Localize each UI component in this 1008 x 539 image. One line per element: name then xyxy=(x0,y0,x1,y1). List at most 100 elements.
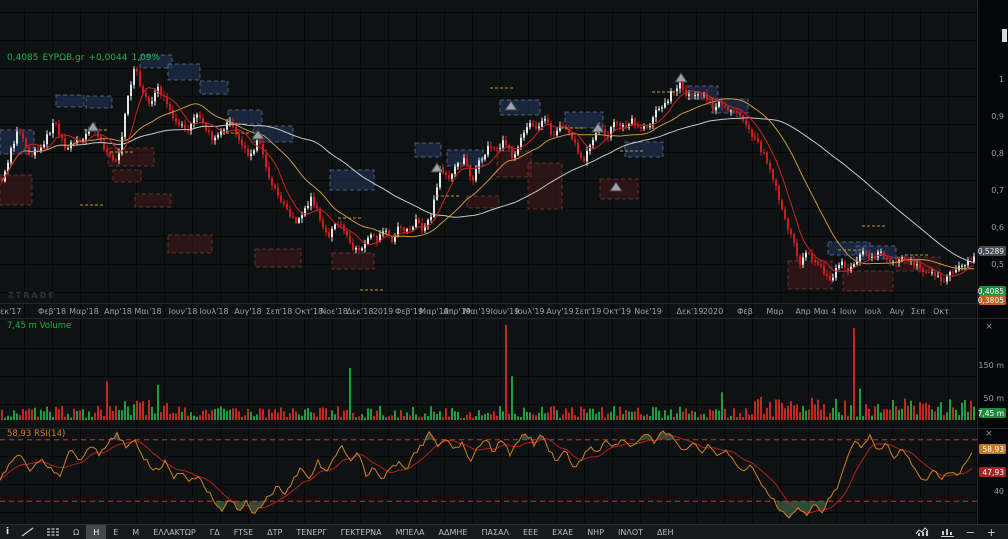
svg-text:1: 1 xyxy=(999,75,1004,84)
ticker-button-ΕΕΕ[interactable]: ΕΕΕ xyxy=(516,525,545,539)
ticker-button-ΜΠΕΛΑ[interactable]: ΜΠΕΛΑ xyxy=(389,525,432,539)
svg-text:2020: 2020 xyxy=(703,307,723,316)
period-button-Μ[interactable]: Μ xyxy=(125,525,146,539)
demand-zone[interactable] xyxy=(787,260,833,290)
ticker-button-ΙΝΛΟΤ[interactable]: ΙΝΛΟΤ xyxy=(611,525,650,539)
chart-canvas[interactable]: 10,90,80,70,60,5150 m50 m60400,52890,408… xyxy=(0,0,1008,524)
demand-zone[interactable] xyxy=(466,195,500,209)
trading-terminal-window: 10,90,80,70,60,5150 m50 m60400,52890,408… xyxy=(0,0,1008,539)
volume-legend: 7,45 m Volume xyxy=(7,321,71,331)
svg-text:0,5289: 0,5289 xyxy=(978,247,1004,256)
svg-text:58,93: 58,93 xyxy=(983,445,1005,454)
ticker-button-ΠΑΣΑΛ[interactable]: ΠΑΣΑΛ xyxy=(474,525,516,539)
demand-zone[interactable] xyxy=(167,234,213,254)
demand-zone[interactable] xyxy=(112,169,142,183)
svg-text:Μαρ: Μαρ xyxy=(766,307,783,316)
svg-text:2019: 2019 xyxy=(373,307,393,316)
svg-text:0,8: 0,8 xyxy=(991,149,1004,158)
svg-text:Μαι'19: Μαι'19 xyxy=(463,307,490,316)
price-change: +0,0044 xyxy=(88,53,128,63)
svg-text:0,9: 0,9 xyxy=(991,112,1004,121)
svg-text:Ιουν: Ιουν xyxy=(840,307,857,316)
ticker-button-ΕΧΑΕ[interactable]: ΕΧΑΕ xyxy=(545,525,580,539)
demand-zone[interactable] xyxy=(134,193,172,208)
chart-style-bars-button[interactable] xyxy=(935,525,960,539)
svg-text:Μαρ'18: Μαρ'18 xyxy=(69,307,99,316)
zoom-in-button[interactable]: + xyxy=(981,525,1002,539)
svg-text:Δεκ'17: Δεκ'17 xyxy=(0,307,21,316)
rsi-name: RSI(14) xyxy=(34,429,66,439)
svg-text:Αυγ: Αυγ xyxy=(890,307,905,316)
svg-text:Οκτ'18: Οκτ'18 xyxy=(295,307,323,316)
demand-zone[interactable] xyxy=(107,147,155,167)
svg-text:50 m: 50 m xyxy=(983,394,1004,403)
ticker-button-ΓΕΚΤΕΡΝΑ[interactable]: ΓΕΚΤΕΡΝΑ xyxy=(334,525,389,539)
demand-zone[interactable] xyxy=(331,252,375,270)
demand-zone[interactable] xyxy=(842,270,894,292)
period-button-Η[interactable]: Η xyxy=(86,525,107,539)
period-button-Ω[interactable]: Ω xyxy=(66,525,86,539)
svg-text:150 m: 150 m xyxy=(978,361,1004,370)
svg-text:Οκτ: Οκτ xyxy=(933,307,949,316)
scrollbar-thumb[interactable] xyxy=(1002,29,1007,42)
ticker-button-ΓΔ[interactable]: ΓΔ xyxy=(203,525,227,539)
svg-text:0,4085: 0,4085 xyxy=(978,287,1004,296)
price-change-pct: 1,09% xyxy=(131,53,161,63)
svg-text:Ιουλ'18: Ιουλ'18 xyxy=(200,307,229,316)
svg-text:Φεβ'18: Φεβ'18 xyxy=(38,307,66,316)
ticker-button-ΕΛΛΑΚΤΩΡ[interactable]: ΕΛΛΑΚΤΩΡ xyxy=(146,525,203,539)
svg-text:40: 40 xyxy=(994,487,1004,496)
svg-text:0,7: 0,7 xyxy=(991,186,1004,195)
supply-zone[interactable] xyxy=(199,80,229,95)
svg-text:Απρ'18: Απρ'18 xyxy=(104,307,132,316)
svg-text:Οκτ'19: Οκτ'19 xyxy=(603,307,631,316)
rsi-value: 58,93 xyxy=(7,429,32,439)
zoom-out-button[interactable]: − xyxy=(960,525,981,539)
svg-text:Μαι'18: Μαι'18 xyxy=(134,307,161,316)
ticker-button-ΤΕΝΕΡΓ[interactable]: ΤΕΝΕΡΓ xyxy=(289,525,333,539)
svg-text:Νοε'18: Νοε'18 xyxy=(320,307,348,316)
draw-line-button[interactable] xyxy=(15,525,40,539)
supply-zone[interactable] xyxy=(499,99,541,116)
svg-text:Μαι 4: Μαι 4 xyxy=(814,307,837,316)
ticker-button-ΑΔΜΗΕ[interactable]: ΑΔΜΗΕ xyxy=(432,525,475,539)
svg-text:Αυγ'19: Αυγ'19 xyxy=(546,307,573,316)
volume-pane-close-icon[interactable]: × xyxy=(984,323,994,333)
chart-style-line-button[interactable] xyxy=(909,525,935,539)
volume-name: Volume xyxy=(39,321,72,331)
svg-text:Δεκ'18: Δεκ'18 xyxy=(347,307,374,316)
watermark: ZTRADE xyxy=(8,291,56,300)
supply-zone[interactable] xyxy=(414,142,442,158)
ticker-button-ΔΕΗ[interactable]: ΔΕΗ xyxy=(650,525,681,539)
demand-zone[interactable] xyxy=(254,248,302,268)
ticker-button-FTSE[interactable]: FTSE xyxy=(227,525,260,539)
toolbar-right-group: − + xyxy=(909,525,1008,539)
supply-zone[interactable] xyxy=(55,94,85,108)
svg-text:0,5: 0,5 xyxy=(991,260,1004,269)
svg-text:Δεκ'19: Δεκ'19 xyxy=(677,307,704,316)
svg-text:Νοε'19: Νοε'19 xyxy=(634,307,662,316)
supply-zone[interactable] xyxy=(85,95,113,109)
ticker-legend: 0,4085 ΕΥΡΩΒ.gr +0,0044 1,09% xyxy=(7,53,164,63)
volume-value: 7,45 m xyxy=(7,321,37,331)
svg-text:Ιουλ: Ιουλ xyxy=(865,307,882,316)
info-button[interactable]: i xyxy=(0,525,15,539)
svg-text:Σεπ'18: Σεπ'18 xyxy=(266,307,293,316)
period-button-Ε[interactable]: Ε xyxy=(106,525,125,539)
time-axis[interactable]: Δεκ'17Φεβ'18Μαρ'18Απρ'18Μαι'18Ιουν'18Ιου… xyxy=(0,307,949,316)
svg-text:Φεβ: Φεβ xyxy=(737,307,753,316)
supply-zone[interactable] xyxy=(167,63,201,81)
indicator-list-button[interactable] xyxy=(40,525,66,539)
ticker-button-ΔΤΡ[interactable]: ΔΤΡ xyxy=(260,525,289,539)
svg-text:Σεπ'19: Σεπ'19 xyxy=(575,307,602,316)
ticker-button-ΝΗΡ[interactable]: ΝΗΡ xyxy=(580,525,611,539)
supply-zone[interactable] xyxy=(624,141,664,158)
svg-text:Απρ: Απρ xyxy=(795,307,810,316)
svg-text:Ιουλ'19: Ιουλ'19 xyxy=(516,307,545,316)
rsi-pane-close-icon[interactable]: × xyxy=(984,430,994,440)
svg-text:0,6: 0,6 xyxy=(991,223,1004,232)
svg-text:47,93: 47,93 xyxy=(983,468,1005,477)
ticker-symbol: ΕΥΡΩΒ.gr xyxy=(42,53,85,63)
svg-text:Ιουν'18: Ιουν'18 xyxy=(169,307,198,316)
svg-text:0,3805: 0,3805 xyxy=(978,296,1004,305)
